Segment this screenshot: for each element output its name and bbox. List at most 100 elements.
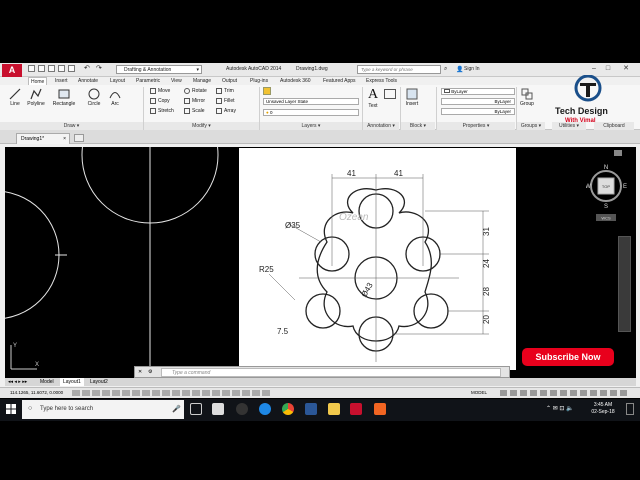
save-icon[interactable] [48, 65, 55, 72]
chrome-icon[interactable] [282, 403, 294, 415]
tray-icons[interactable]: ⌃ ✉ ⊡ 🔈 [546, 405, 574, 412]
drafting-toggles[interactable] [72, 390, 272, 396]
circle-tool[interactable]: Circle [83, 87, 105, 107]
task-view-icon[interactable] [190, 403, 202, 415]
system-clock[interactable]: 3:45 AM 02-Sep-18 [585, 402, 621, 416]
tab-layout1[interactable]: Layout1 [60, 378, 84, 386]
recorder-taskbar-icon[interactable] [374, 403, 386, 415]
trim-tool[interactable]: Trim [216, 87, 234, 95]
workspace-dropdown[interactable]: Drafting & Annotation ▾ [116, 65, 202, 74]
wcs-menu[interactable]: WCS [601, 216, 611, 221]
windows-start-icon[interactable] [6, 404, 16, 414]
calculator-icon[interactable] [212, 403, 224, 415]
tab-parametric[interactable]: Parametric [134, 77, 162, 85]
rectangle-tool[interactable]: Rectangle [50, 87, 78, 107]
notifications-icon[interactable] [626, 403, 634, 415]
rotate-tool[interactable]: Rotate [184, 87, 207, 95]
application-menu-button[interactable]: A [2, 64, 22, 77]
edge-icon[interactable] [259, 403, 271, 415]
viewcube-top[interactable]: TOP [602, 184, 610, 189]
group-tool[interactable]: Group [518, 87, 536, 107]
model-space-toggle[interactable]: MODEL [471, 388, 487, 398]
tab-autodesk-360[interactable]: Autodesk 360 [278, 77, 313, 85]
arc-tool[interactable]: Arc [106, 87, 124, 107]
stretch-tool[interactable]: Stretch [150, 107, 174, 115]
compass-north[interactable]: N [604, 165, 608, 171]
tab-view[interactable]: View [169, 77, 184, 85]
line-tool[interactable]: Line [4, 87, 26, 107]
wrench-icon[interactable]: ⚙ [148, 367, 152, 377]
minimize-button[interactable]: – [588, 64, 600, 74]
tab-home[interactable]: Home [28, 77, 48, 85]
file-tab-drawing1[interactable]: Drawing1* × [16, 133, 70, 144]
tab-plugins[interactable]: Plug-ins [248, 77, 270, 85]
copy-tool[interactable]: Copy [150, 97, 170, 105]
color-dropdown[interactable]: ByLayer [441, 88, 515, 95]
tab-output[interactable]: Output [220, 77, 239, 85]
layer-properties-icon[interactable] [263, 87, 271, 95]
navigation-bar[interactable] [618, 236, 631, 332]
compass-east[interactable]: E [623, 184, 627, 190]
ucs-icon: Y X [10, 343, 39, 370]
tab-manage[interactable]: Manage [191, 77, 213, 85]
fillet-tool[interactable]: Fillet [216, 97, 235, 105]
open-icon[interactable] [38, 65, 45, 72]
close-tab-icon[interactable]: × [63, 134, 66, 144]
help-search-input[interactable]: Type a keyword or phrase [357, 65, 441, 74]
tab-layout[interactable]: Layout [108, 77, 127, 85]
text-tool[interactable]: A Text [366, 87, 380, 109]
fillet-label: Fillet [224, 98, 235, 104]
scale-tool[interactable]: Scale [184, 107, 205, 115]
microphone-icon[interactable]: 🎤 [172, 405, 181, 413]
array-tool[interactable]: Array [216, 107, 236, 115]
viewcube[interactable]: N S E W TOP WCS [585, 162, 632, 222]
dimension-icon[interactable] [384, 89, 396, 99]
maximize-button[interactable]: □ [602, 64, 614, 74]
linetype-dropdown[interactable]: ByLayer [441, 98, 515, 105]
file-explorer-icon[interactable] [328, 403, 340, 415]
subscribe-button[interactable]: Subscribe Now [522, 348, 614, 366]
tab-layout2[interactable]: Layout2 [87, 378, 111, 386]
modify-panel-label[interactable]: Modify ▾ [144, 122, 259, 130]
viewport-controls-icon[interactable] [614, 150, 622, 156]
media-player-icon[interactable] [236, 403, 248, 415]
save-as-icon[interactable] [58, 65, 65, 72]
layers-panel-label[interactable]: Layers ▾ [260, 122, 362, 130]
title-bar: A ↶ ↷ Drafting & Annotation ▾ Autodesk Au… [0, 63, 640, 77]
layer-state-dropdown[interactable]: Unsaved Layer State [263, 98, 359, 105]
redo-icon[interactable]: ↷ [96, 65, 103, 72]
new-tab-button[interactable] [74, 134, 84, 142]
screen: A ↶ ↷ Drafting & Annotation ▾ Autodesk Au… [0, 0, 640, 480]
status-tray-icons[interactable] [500, 390, 630, 396]
print-icon[interactable] [68, 65, 75, 72]
tab-insert[interactable]: Insert [53, 77, 70, 85]
close-button[interactable]: ✕ [620, 64, 632, 74]
search-icon[interactable]: ⌕ [444, 66, 447, 73]
groups-panel-label[interactable]: Groups ▾ [517, 122, 545, 130]
layer-dropdown[interactable]: ● 0 [263, 109, 359, 116]
tab-annotate[interactable]: Annotate [76, 77, 100, 85]
app-icon[interactable] [305, 403, 317, 415]
tab-featured-apps[interactable]: Featured Apps [321, 77, 358, 85]
sign-in-link[interactable]: Sign In [464, 66, 480, 72]
insert-tool[interactable]: Insert [403, 87, 421, 107]
undo-icon[interactable]: ↶ [84, 65, 91, 72]
tab-model[interactable]: Model [37, 378, 57, 386]
compass-west[interactable]: W [585, 184, 591, 190]
tab-express-tools[interactable]: Express Tools [364, 77, 399, 85]
autocad-taskbar-icon[interactable] [350, 403, 362, 415]
draw-panel-label[interactable]: Draw ▾ [0, 122, 143, 130]
lineweight-dropdown[interactable]: ByLayer [441, 108, 515, 115]
polyline-tool[interactable]: Polyline [24, 87, 48, 107]
layout-nav-arrows[interactable]: ◂◂ ◂ ▸ ▸▸ [5, 378, 30, 386]
command-input[interactable]: Type a command [161, 368, 501, 377]
close-icon[interactable]: ✕ [138, 367, 142, 377]
mirror-tool[interactable]: Mirror [184, 97, 205, 105]
move-tool[interactable]: Move [150, 87, 170, 95]
properties-panel-label[interactable]: Properties ▾ [437, 122, 515, 130]
compass-south[interactable]: S [604, 204, 608, 210]
new-icon[interactable] [28, 65, 35, 72]
annotation-panel-label[interactable]: Annotation ▾ [363, 122, 399, 130]
taskbar-search-input[interactable]: Type here to search [22, 400, 184, 419]
block-panel-label[interactable]: Block ▾ [401, 122, 435, 130]
